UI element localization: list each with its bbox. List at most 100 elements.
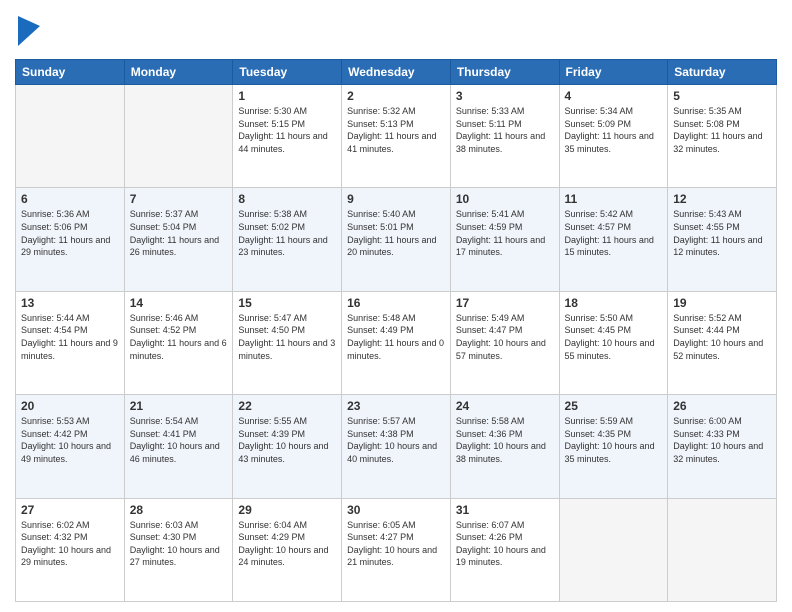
logo-icon [18,16,40,51]
day-number: 16 [347,296,445,310]
calendar-day-cell: 17 Sunrise: 5:49 AMSunset: 4:47 PMDayligh… [450,291,559,394]
day-info: Sunrise: 5:44 AMSunset: 4:54 PMDaylight:… [21,312,119,362]
day-info: Sunrise: 5:48 AMSunset: 4:49 PMDaylight:… [347,312,445,362]
day-number: 15 [238,296,336,310]
day-info: Sunrise: 5:36 AMSunset: 5:06 PMDaylight:… [21,208,119,258]
header-saturday: Saturday [668,60,777,85]
calendar-week-row: 20 Sunrise: 5:53 AMSunset: 4:42 PMDayligh… [16,395,777,498]
day-info: Sunrise: 5:35 AMSunset: 5:08 PMDaylight:… [673,105,771,155]
calendar-week-row: 1Sunrise: 5:30 AMSunset: 5:15 PMDaylight… [16,85,777,188]
day-number: 27 [21,503,119,517]
day-number: 17 [456,296,554,310]
calendar-day-cell: 25 Sunrise: 5:59 AMSunset: 4:35 PMDayligh… [559,395,668,498]
calendar-day-cell: 9 Sunrise: 5:40 AMSunset: 5:01 PMDaylight… [342,188,451,291]
calendar-day-cell [559,498,668,601]
header-tuesday: Tuesday [233,60,342,85]
day-info: Sunrise: 5:32 AMSunset: 5:13 PMDaylight:… [347,105,445,155]
header-monday: Monday [124,60,233,85]
day-info: Sunrise: 6:05 AMSunset: 4:27 PMDaylight:… [347,519,445,569]
day-number: 11 [565,192,663,206]
day-number: 9 [347,192,445,206]
day-number: 26 [673,399,771,413]
calendar-week-row: 27 Sunrise: 6:02 AMSunset: 4:32 PMDayligh… [16,498,777,601]
day-info: Sunrise: 5:43 AMSunset: 4:55 PMDaylight:… [673,208,771,258]
day-number: 4 [565,89,663,103]
day-number: 30 [347,503,445,517]
day-number: 20 [21,399,119,413]
day-number: 5 [673,89,771,103]
day-info: Sunrise: 6:00 AMSunset: 4:33 PMDaylight:… [673,415,771,465]
calendar-day-cell: 22 Sunrise: 5:55 AMSunset: 4:39 PMDayligh… [233,395,342,498]
day-info: Sunrise: 5:53 AMSunset: 4:42 PMDaylight:… [21,415,119,465]
day-info: Sunrise: 5:55 AMSunset: 4:39 PMDaylight:… [238,415,336,465]
calendar-day-cell: 21 Sunrise: 5:54 AMSunset: 4:41 PMDayligh… [124,395,233,498]
day-number: 6 [21,192,119,206]
logo [15,14,40,51]
day-info: Sunrise: 5:38 AMSunset: 5:02 PMDaylight:… [238,208,336,258]
calendar-day-cell: 19 Sunrise: 5:52 AMSunset: 4:44 PMDayligh… [668,291,777,394]
day-number: 8 [238,192,336,206]
day-number: 19 [673,296,771,310]
calendar-day-cell: 28Sunrise: 6:03 AMSunset: 4:30 PMDayligh… [124,498,233,601]
calendar-day-cell: 30 Sunrise: 6:05 AMSunset: 4:27 PMDayligh… [342,498,451,601]
calendar-day-cell: 18 Sunrise: 5:50 AMSunset: 4:45 PMDayligh… [559,291,668,394]
page: Sunday Monday Tuesday Wednesday Thursday… [0,0,792,612]
calendar-day-cell: 14Sunrise: 5:46 AMSunset: 4:52 PMDayligh… [124,291,233,394]
day-number: 21 [130,399,228,413]
day-number: 2 [347,89,445,103]
day-number: 31 [456,503,554,517]
calendar-day-cell: 11 Sunrise: 5:42 AMSunset: 4:57 PMDayligh… [559,188,668,291]
day-info: Sunrise: 5:42 AMSunset: 4:57 PMDaylight:… [565,208,663,258]
day-info: Sunrise: 5:54 AMSunset: 4:41 PMDaylight:… [130,415,228,465]
calendar-day-cell: 20 Sunrise: 5:53 AMSunset: 4:42 PMDayligh… [16,395,125,498]
day-number: 14 [130,296,228,310]
calendar-day-cell [124,85,233,188]
day-number: 29 [238,503,336,517]
day-number: 7 [130,192,228,206]
day-info: Sunrise: 5:40 AMSunset: 5:01 PMDaylight:… [347,208,445,258]
day-info: Sunrise: 5:59 AMSunset: 4:35 PMDaylight:… [565,415,663,465]
calendar-week-row: 13 Sunrise: 5:44 AMSunset: 4:54 PMDayligh… [16,291,777,394]
day-number: 10 [456,192,554,206]
day-info: Sunrise: 5:52 AMSunset: 4:44 PMDaylight:… [673,312,771,362]
day-number: 18 [565,296,663,310]
day-info: Sunrise: 5:58 AMSunset: 4:36 PMDaylight:… [456,415,554,465]
weekday-header-row: Sunday Monday Tuesday Wednesday Thursday… [16,60,777,85]
header-friday: Friday [559,60,668,85]
calendar-day-cell: 13 Sunrise: 5:44 AMSunset: 4:54 PMDayligh… [16,291,125,394]
calendar-day-cell: 7 Sunrise: 5:37 AMSunset: 5:04 PMDaylight… [124,188,233,291]
day-info: Sunrise: 5:49 AMSunset: 4:47 PMDaylight:… [456,312,554,362]
calendar-day-cell: 2 Sunrise: 5:32 AMSunset: 5:13 PMDaylight… [342,85,451,188]
day-info: Sunrise: 6:03 AMSunset: 4:30 PMDaylight:… [130,519,228,569]
calendar-day-cell: 24 Sunrise: 5:58 AMSunset: 4:36 PMDayligh… [450,395,559,498]
day-number: 23 [347,399,445,413]
day-number: 25 [565,399,663,413]
day-info: Sunrise: 5:50 AMSunset: 4:45 PMDaylight:… [565,312,663,362]
day-info: Sunrise: 5:41 AMSunset: 4:59 PMDaylight:… [456,208,554,258]
day-number: 24 [456,399,554,413]
day-info: Sunrise: 5:57 AMSunset: 4:38 PMDaylight:… [347,415,445,465]
calendar-day-cell: 1Sunrise: 5:30 AMSunset: 5:15 PMDaylight… [233,85,342,188]
day-number: 3 [456,89,554,103]
calendar-day-cell: 26 Sunrise: 6:00 AMSunset: 4:33 PMDayligh… [668,395,777,498]
calendar-day-cell: 31 Sunrise: 6:07 AMSunset: 4:26 PMDayligh… [450,498,559,601]
day-info: Sunrise: 6:07 AMSunset: 4:26 PMDaylight:… [456,519,554,569]
header-sunday: Sunday [16,60,125,85]
calendar-day-cell: 4 Sunrise: 5:34 AMSunset: 5:09 PMDaylight… [559,85,668,188]
day-info: Sunrise: 5:47 AMSunset: 4:50 PMDaylight:… [238,312,336,362]
day-info: Sunrise: 6:04 AMSunset: 4:29 PMDaylight:… [238,519,336,569]
day-number: 13 [21,296,119,310]
day-info: Sunrise: 5:34 AMSunset: 5:09 PMDaylight:… [565,105,663,155]
header-thursday: Thursday [450,60,559,85]
calendar-day-cell: 10 Sunrise: 5:41 AMSunset: 4:59 PMDayligh… [450,188,559,291]
calendar-day-cell: 8 Sunrise: 5:38 AMSunset: 5:02 PMDaylight… [233,188,342,291]
day-info: Sunrise: 5:33 AMSunset: 5:11 PMDaylight:… [456,105,554,155]
calendar-day-cell: 6 Sunrise: 5:36 AMSunset: 5:06 PMDaylight… [16,188,125,291]
day-info: Sunrise: 5:37 AMSunset: 5:04 PMDaylight:… [130,208,228,258]
day-number: 1 [238,89,336,103]
day-info: Sunrise: 6:02 AMSunset: 4:32 PMDaylight:… [21,519,119,569]
calendar-table: Sunday Monday Tuesday Wednesday Thursday… [15,59,777,602]
calendar-day-cell [16,85,125,188]
calendar-day-cell: 5 Sunrise: 5:35 AMSunset: 5:08 PMDaylight… [668,85,777,188]
day-number: 22 [238,399,336,413]
